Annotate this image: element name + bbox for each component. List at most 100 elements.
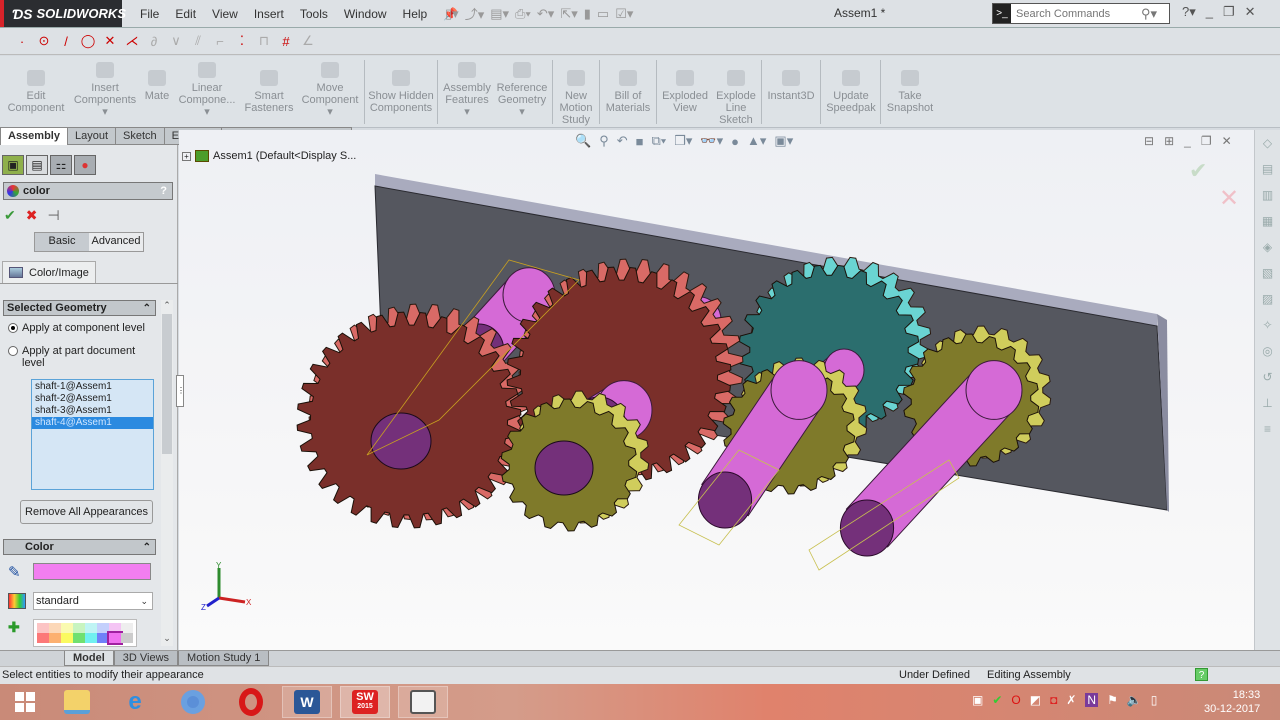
help-icon[interactable]: ?▾ [1182,4,1196,20]
color-swatch[interactable] [97,633,109,643]
shaft-4-far-end[interactable] [965,360,1023,420]
taskbar-chrome[interactable] [168,686,218,718]
line-icon[interactable]: / [58,34,74,49]
shaft-1-end[interactable] [370,412,432,470]
list-item[interactable]: shaft-1@Assem1 [32,381,153,393]
circle-icon[interactable]: ⊙ [36,33,52,49]
insert-components-button[interactable]: Insert Components ▾ [72,62,138,118]
list-item[interactable]: shaft-3@Assem1 [32,405,153,417]
search-commands[interactable]: >_ ⚲▾ [992,3,1170,24]
menu-file[interactable]: File [132,7,167,21]
shaft-2-end[interactable] [534,440,594,496]
corner-icon[interactable]: ⌐ [212,34,228,49]
cam-icon[interactable]: ⊥ [1255,390,1280,416]
file-properties-icon[interactable]: ▭ [597,6,609,22]
menu-insert[interactable]: Insert [246,7,292,21]
restore-icon[interactable]: ❐ [1223,4,1235,20]
radio-button-checked[interactable] [8,323,18,333]
linear-component-pattern-button[interactable]: Linear Compone... ▾ [178,62,236,118]
color-swatch[interactable] [37,623,49,633]
grid-icon[interactable]: # [278,34,294,49]
color-section-header[interactable]: Color ⌃ [3,539,156,555]
color-swatch[interactable] [37,633,49,643]
3d-content-icon[interactable]: ◎ [1255,338,1280,364]
start-button[interactable] [0,686,50,718]
color-swatch[interactable] [49,623,61,633]
open-icon[interactable]: ⤴▾ [465,4,485,23]
shaft-4-near-end[interactable] [839,499,895,557]
appearances-icon[interactable]: ◈ [1255,234,1280,260]
exploded-view-button[interactable]: Exploded View [660,70,710,114]
design-library-icon[interactable]: ▤ [1255,156,1280,182]
color-swatch[interactable] [121,623,133,633]
list-item-selected[interactable]: shaft-4@Assem1 [32,417,153,429]
new-document-icon[interactable]: ▯▾ [445,6,459,22]
scrollbar-thumb[interactable] [162,314,172,454]
tab-assembly[interactable]: Assembly [0,127,68,145]
taskbar-word[interactable]: W [282,686,332,718]
color-swatch[interactable] [121,633,133,643]
graphics-area[interactable]: 🔍 ⚲ ↶ ■ ⧉▾ ❒▾ 👓▾ ● ▲▾ ▣▾ ⊟ ⊞ _ ❐ ✕ ✔ ✕ Y… [179,130,1254,652]
color-swatches[interactable] [33,619,137,647]
tray-onenote-icon[interactable]: N [1085,693,1099,707]
new-motion-study-button[interactable]: New Motion Study [556,70,596,126]
collapse-icon[interactable]: ⌃ [143,540,151,555]
select-icon[interactable]: ⇱▾ [560,6,577,22]
color-swatch[interactable] [85,633,97,643]
angle-icon[interactable]: ∠ [300,33,316,49]
tray-app-icon[interactable]: ◩ [1030,693,1041,707]
taskbar-opera[interactable] [226,686,276,718]
color-swatch[interactable] [85,623,97,633]
bill-of-materials-button[interactable]: Bill of Materials [603,70,653,114]
taskbar-media-app[interactable] [398,686,448,718]
color-swatch[interactable] [107,631,123,645]
mate-button[interactable]: Mate [142,70,172,102]
tabs-more-icon[interactable]: ≡ [1255,416,1280,442]
radio-part-document-level[interactable]: Apply at part document level [8,345,148,369]
pushpin-icon[interactable]: ⊣ [47,207,59,224]
selected-geometry-header[interactable]: Selected Geometry ⌃ [3,300,156,316]
move-component-button[interactable]: Move Component ▾ [300,62,360,118]
custom-properties-icon[interactable]: ▧ [1255,260,1280,286]
show-hidden-components-button[interactable]: Show Hidden Components [368,70,434,114]
polygon-icon[interactable]: ◯ [80,33,96,49]
display-manager-tab[interactable]: ● [74,155,96,175]
print-icon[interactable]: ⎙▾ [515,6,531,22]
property-manager-tab[interactable]: ▤ [26,155,48,175]
feature-manager-tab[interactable]: ▣ [2,155,24,175]
tray-sw-icon[interactable]: ◘ [1050,693,1057,707]
color-swatch[interactable] [97,623,109,633]
rebuild-icon[interactable]: ▮ [584,6,591,22]
scroll-up-icon[interactable]: ⌃ [161,300,173,311]
tray-power-icon[interactable]: ▯ [1151,693,1158,707]
radio-button-unchecked[interactable] [8,346,18,356]
expand-icon[interactable]: + [182,151,191,161]
color-image-tab[interactable]: Color/Image [2,261,96,283]
collapse-icon[interactable]: ⌃ [143,301,151,316]
menu-edit[interactable]: Edit [167,7,204,21]
tray-opera-icon[interactable]: O [1011,693,1020,707]
extend-icon[interactable]: ⋌ [124,33,140,49]
quick-tips-icon[interactable]: ? [1195,668,1208,681]
basic-button[interactable]: Basic [35,233,89,251]
eyedropper-icon[interactable]: ✎ [8,563,21,581]
radio-component-level[interactable]: Apply at component level [8,322,145,334]
tray-network-icon[interactable]: ✗ [1066,693,1076,707]
color-swatch[interactable] [109,623,121,633]
search-input[interactable] [1011,7,1141,20]
color-swatch[interactable] [61,633,73,643]
tab-3d-views[interactable]: 3D Views [113,651,179,666]
help-icon[interactable]: ? [160,185,167,197]
reference-geometry-button[interactable]: Reference Geometry ▾ [496,62,548,118]
save-icon[interactable]: ▤▾ [490,6,509,22]
tab-layout[interactable]: Layout [67,127,117,145]
color-swatch[interactable] [61,623,73,633]
ok-icon[interactable]: ✔ [4,207,16,224]
recent-icon[interactable]: ↺ [1255,364,1280,390]
color-swatch[interactable] [73,633,85,643]
tray-volume-icon[interactable]: 🔈 [1127,693,1142,707]
assembly-features-button[interactable]: Assembly Features ▾ [442,62,492,118]
fillet-icon[interactable]: ∂ [146,34,162,49]
solidworks-logo[interactable]: ƊS SOLIDWORKS [0,0,126,27]
remove-all-appearances-button[interactable]: Remove All Appearances [20,500,153,524]
